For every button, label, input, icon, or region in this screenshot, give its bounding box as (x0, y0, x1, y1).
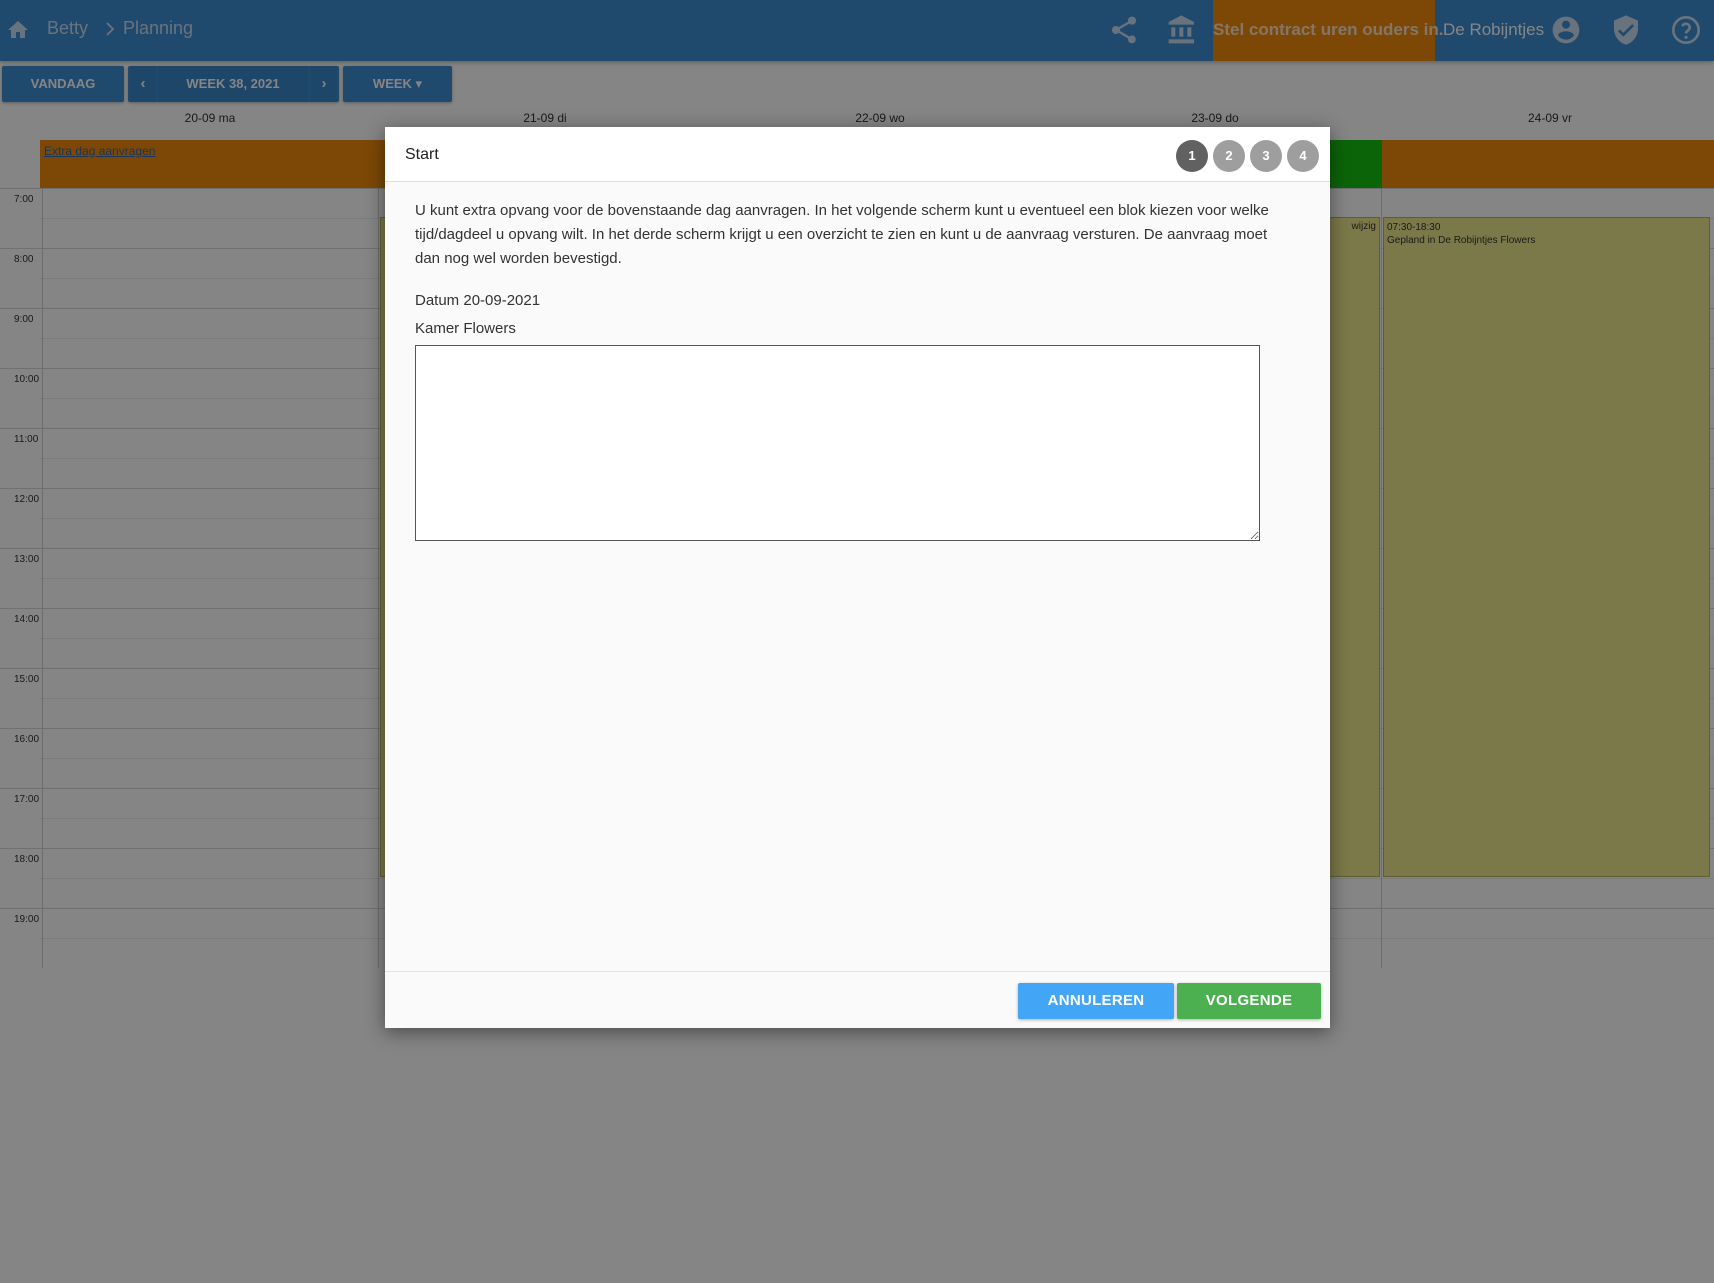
next-button[interactable]: VOLGENDE (1177, 983, 1321, 1019)
date-line: Datum 20-09-2021 (415, 292, 541, 309)
extra-care-dialog: Start 1 2 3 4 U kunt extra opvang voor d… (385, 127, 1330, 1028)
step-indicator-1: 1 (1176, 140, 1208, 172)
dialog-header: Start 1 2 3 4 (385, 127, 1330, 182)
dialog-body: U kunt extra opvang voor de bovenstaande… (415, 199, 1295, 541)
intro-text: U kunt extra opvang voor de bovenstaande… (415, 202, 1269, 267)
dialog-footer: ANNULEREN VOLGENDE (385, 971, 1330, 1028)
cancel-button[interactable]: ANNULEREN (1018, 983, 1174, 1019)
step-indicator-4: 4 (1287, 140, 1319, 172)
step-indicator-2: 2 (1213, 140, 1245, 172)
dialog-title: Start (405, 146, 439, 163)
step-indicator-3: 3 (1250, 140, 1282, 172)
room-line: Kamer Flowers (415, 320, 516, 337)
remarks-textarea[interactable] (415, 345, 1260, 541)
